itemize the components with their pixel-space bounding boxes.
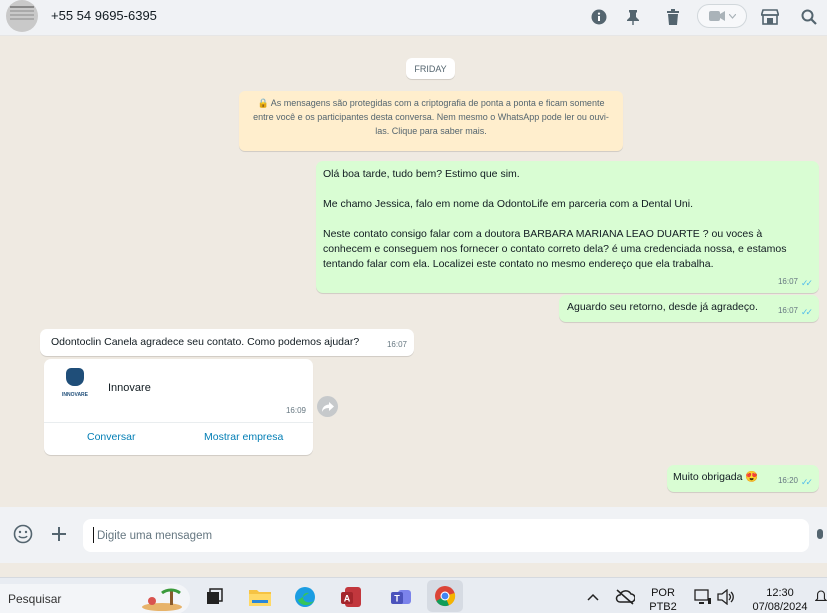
chat-with-contact-button[interactable]: Conversar	[87, 430, 135, 445]
message-input[interactable]: Digite uma mensagem	[83, 519, 809, 552]
read-receipt-icon: ✓✓	[800, 477, 813, 487]
chat-header: +55 54 9695-6395	[0, 0, 827, 36]
trash-icon[interactable]	[662, 6, 684, 28]
message-text: Neste contato consigo falar com a doutor…	[323, 228, 787, 270]
cloud-offline-icon[interactable]	[612, 584, 638, 610]
language-bottom: PTB2	[649, 601, 677, 613]
file-explorer-icon[interactable]	[247, 584, 273, 610]
message-composer: Digite uma mensagem	[0, 507, 827, 563]
message-text: Aguardo seu retorno, desde já agradeço.	[567, 301, 758, 313]
message-time: 16:20	[777, 476, 798, 485]
task-view-icon[interactable]	[201, 584, 227, 610]
search-highlight-icon	[142, 588, 182, 611]
volume-icon[interactable]	[713, 584, 739, 610]
info-icon[interactable]	[588, 6, 610, 28]
svg-text:A: A	[344, 594, 351, 604]
taskbar-search[interactable]: Pesquisar	[0, 584, 190, 613]
encryption-notice[interactable]: 🔒 As mensagens são protegidas com a crip…	[239, 91, 623, 151]
chat-area[interactable]: FRIDAY 🔒 As mensagens são protegidas com…	[0, 37, 827, 507]
divider	[44, 422, 313, 423]
contact-name[interactable]: +55 54 9695-6395	[51, 8, 157, 23]
microphone-icon[interactable]	[812, 525, 827, 547]
clock-time: 12:30	[766, 587, 794, 599]
message-time: 16:07	[777, 277, 798, 286]
contact-card-name: Innovare	[108, 382, 151, 394]
notification-bell-icon[interactable]	[815, 584, 827, 610]
edge-browser-icon[interactable]	[292, 584, 318, 610]
search-icon[interactable]	[798, 6, 820, 28]
text-cursor	[93, 527, 94, 543]
date-chip: FRIDAY	[406, 58, 455, 79]
attach-plus-icon[interactable]	[48, 523, 70, 545]
contact-avatar[interactable]	[6, 0, 38, 32]
svg-text:T: T	[394, 594, 400, 604]
message-time: 16:07	[777, 306, 798, 315]
pin-icon[interactable]	[622, 6, 644, 28]
tooth-icon	[66, 367, 84, 386]
message-time: 16:09	[285, 406, 306, 415]
forward-button[interactable]	[317, 396, 338, 417]
windows-taskbar: Pesquisar A T POR PTB2 12:30 07/08/2024	[0, 577, 827, 613]
language-top: POR	[651, 587, 675, 599]
chrome-browser-icon[interactable]	[427, 580, 463, 612]
forward-icon	[321, 401, 334, 412]
outgoing-message[interactable]: Olá boa tarde, tudo bem? Estimo que sim.…	[316, 161, 819, 293]
emoji-icon[interactable]	[12, 523, 34, 545]
read-receipt-icon: ✓✓	[800, 278, 813, 288]
chevron-up-icon[interactable]	[580, 584, 606, 610]
video-camera-icon	[708, 11, 725, 21]
message-time: 16:07	[386, 340, 407, 349]
outgoing-message[interactable]: Muito obrigada 😍 16:20 ✓✓	[667, 465, 819, 492]
language-indicator[interactable]: POR PTB2	[646, 586, 680, 613]
chevron-down-icon	[728, 13, 736, 19]
read-receipt-icon: ✓✓	[800, 307, 813, 317]
message-input-placeholder: Digite uma mensagem	[97, 529, 213, 542]
taskbar-search-label: Pesquisar	[8, 592, 62, 606]
message-text: Odontoclin Canela agradece seu contato. …	[51, 336, 360, 348]
message-text: Olá boa tarde, tudo bem? Estimo que sim.	[323, 168, 520, 180]
clock-date: 07/08/2024	[752, 601, 808, 613]
system-clock[interactable]: 12:30 07/08/2024	[746, 586, 814, 613]
video-call-button[interactable]	[697, 4, 747, 28]
contact-card-message[interactable]: INNOVARE Innovare 16:09 Conversar Mostra…	[44, 359, 313, 455]
business-logo: INNOVARE	[53, 363, 97, 407]
message-text: Muito obrigada 😍	[673, 471, 759, 483]
outgoing-message[interactable]: Aguardo seu retorno, desde já agradeço. …	[559, 295, 819, 322]
message-text: Me chamo Jessica, falo em nome da Odonto…	[323, 198, 694, 210]
logo-text: INNOVARE	[61, 391, 89, 398]
incoming-message[interactable]: Odontoclin Canela agradece seu contato. …	[40, 329, 414, 356]
teams-icon[interactable]: T	[388, 584, 414, 610]
access-app-icon[interactable]: A	[338, 584, 364, 610]
store-icon[interactable]	[759, 6, 781, 28]
show-business-button[interactable]: Mostrar empresa	[204, 430, 283, 445]
